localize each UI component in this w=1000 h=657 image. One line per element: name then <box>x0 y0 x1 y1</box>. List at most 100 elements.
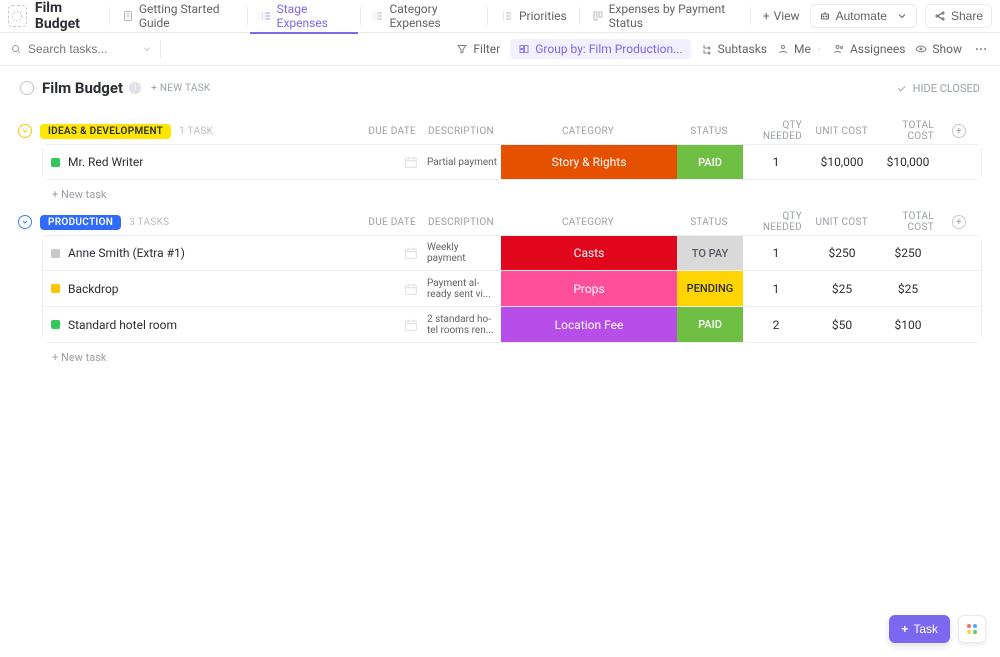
total-cost-cell[interactable]: $25 <box>875 282 941 296</box>
col-totalCost[interactable]: TOTAL COST <box>874 211 940 233</box>
task-cell[interactable]: Mr. Red Writer <box>43 155 363 169</box>
unit-cost-cell[interactable]: $250 <box>809 246 875 260</box>
tab-label: Priorities <box>519 9 567 23</box>
add-view-button[interactable]: + View <box>753 0 810 33</box>
status-circle-icon[interactable] <box>20 81 34 95</box>
total-cost-cell[interactable]: $10,000 <box>875 155 941 169</box>
col-status[interactable]: STATUS <box>676 217 742 228</box>
automate-button[interactable]: Automate <box>810 4 917 28</box>
tab-stage-expenses[interactable]: Stage Expenses <box>250 0 358 33</box>
status-cell[interactable]: PAID <box>677 145 743 179</box>
status-cell[interactable]: TO PAY <box>677 236 743 270</box>
add-column-button[interactable]: + <box>952 124 966 138</box>
tab-category-expenses[interactable]: Category Expenses <box>362 0 485 33</box>
task-row[interactable]: Anne Smith (Extra #1) Weekly paymentCasts… <box>42 235 982 271</box>
assignees-button[interactable]: Assignees <box>833 42 905 56</box>
task-row[interactable]: Backdrop Payment al­ready sent vi...Props… <box>42 271 982 307</box>
new-task-button[interactable]: + NEW TASK <box>151 83 210 94</box>
group-badge[interactable]: PRODUCTION <box>40 215 121 230</box>
status-square[interactable] <box>51 284 60 293</box>
status-square[interactable] <box>51 249 60 258</box>
info-icon[interactable]: i <box>129 82 141 94</box>
col-description[interactable]: DESCRIPTION <box>422 217 500 228</box>
chevron-down-icon[interactable] <box>142 44 152 54</box>
subtasks-button[interactable]: Subtasks <box>701 42 767 56</box>
due-date-cell[interactable] <box>363 281 423 297</box>
me-button[interactable]: Me · <box>777 42 823 56</box>
task-row[interactable]: Standard hotel room 2 standard ho­tel roo… <box>42 307 982 343</box>
category-cell[interactable]: Location Fee <box>501 307 677 342</box>
col-unitCost[interactable]: UNIT COST <box>808 217 874 228</box>
category-cell[interactable]: Casts <box>501 236 677 270</box>
col-category[interactable]: CATEGORY <box>500 126 676 137</box>
group-badge[interactable]: IDEAS & DEVELOPMENT <box>40 124 171 139</box>
status-cell[interactable]: PENDING <box>677 271 743 306</box>
collapse-toggle[interactable] <box>18 124 32 138</box>
col-dueDate[interactable]: DUE DATE <box>362 126 422 137</box>
status-square[interactable] <box>51 158 60 167</box>
task-row[interactable]: Mr. Red Writer Partial paymentStory & Rig… <box>42 144 982 180</box>
tab-priorities[interactable]: Priorities <box>490 0 577 33</box>
task-cell[interactable]: Anne Smith (Extra #1) <box>43 246 363 260</box>
add-column-button[interactable]: + <box>952 215 966 229</box>
search-input[interactable] <box>28 42 118 56</box>
apps-fab[interactable] <box>958 615 986 643</box>
more-button[interactable] <box>972 42 990 56</box>
search-wrap[interactable] <box>10 42 158 56</box>
col-dueDate[interactable]: DUE DATE <box>362 217 422 228</box>
calendar-icon[interactable] <box>403 245 419 261</box>
calendar-icon[interactable] <box>403 317 419 333</box>
share-icon <box>934 10 946 22</box>
task-cell[interactable]: Standard hotel room <box>43 318 363 332</box>
total-cost-cell[interactable]: $250 <box>875 246 941 260</box>
task-name: Backdrop <box>68 282 119 296</box>
qty-cell[interactable]: 1 <box>743 282 809 296</box>
col-status[interactable]: STATUS <box>676 126 742 137</box>
category-cell[interactable]: Props <box>501 271 677 306</box>
category-cell[interactable]: Story & Rights <box>501 145 677 179</box>
due-date-cell[interactable] <box>363 245 423 261</box>
new-task-fab[interactable]: + Task <box>889 615 950 643</box>
qty-cell[interactable]: 2 <box>743 318 809 332</box>
total-cost-cell[interactable]: $100 <box>875 318 941 332</box>
description-cell[interactable]: 2 standard ho­tel rooms ren... <box>423 314 501 336</box>
groupby-button[interactable]: Group by: Film Production... <box>510 39 690 59</box>
filter-button[interactable]: Filter <box>456 42 500 56</box>
apps-icon <box>967 624 977 634</box>
new-task-row[interactable]: + New task <box>18 180 982 201</box>
search-icon <box>10 43 22 55</box>
due-date-cell[interactable] <box>363 317 423 333</box>
status-cell[interactable]: PAID <box>677 307 743 342</box>
tab-payment-status[interactable]: Expenses by Payment Status <box>582 0 748 33</box>
unit-cost-cell[interactable]: $25 <box>809 282 875 296</box>
description-cell[interactable]: Partial payment <box>423 157 501 168</box>
qty-cell[interactable]: 1 <box>743 155 809 169</box>
show-button[interactable]: Show <box>915 42 962 56</box>
qty-cell[interactable]: 1 <box>743 246 809 260</box>
col-category[interactable]: CATEGORY <box>500 217 676 228</box>
col-qtyNeeded[interactable]: QTY NEEDED <box>742 211 808 233</box>
description-cell[interactable]: Weekly payment <box>423 242 501 264</box>
unit-cost-cell[interactable]: $50 <box>809 318 875 332</box>
calendar-icon[interactable] <box>403 154 419 170</box>
person-icon <box>777 43 789 55</box>
unit-cost-cell[interactable]: $10,000 <box>809 155 875 169</box>
calendar-icon[interactable] <box>403 281 419 297</box>
due-date-cell[interactable] <box>363 154 423 170</box>
tab-label: Expenses by Payment Status <box>609 2 738 30</box>
status-square[interactable] <box>51 320 60 329</box>
col-totalCost[interactable]: TOTAL COST <box>874 120 940 142</box>
description-cell[interactable]: Payment al­ready sent vi... <box>423 278 501 300</box>
share-button[interactable]: Share <box>925 4 992 28</box>
hide-closed-button[interactable]: HIDE CLOSED <box>913 82 980 95</box>
col-description[interactable]: DESCRIPTION <box>422 126 500 137</box>
list-header: Film Budget i + NEW TASK HIDE CLOSED <box>0 66 1000 110</box>
col-unitCost[interactable]: UNIT COST <box>808 126 874 137</box>
collapse-toggle[interactable] <box>18 215 32 229</box>
assignees-label: Assignees <box>850 42 905 56</box>
task-cell[interactable]: Backdrop <box>43 282 363 296</box>
tab-getting-started[interactable]: Getting Started Guide <box>112 0 245 33</box>
board-icon <box>592 9 604 23</box>
col-qtyNeeded[interactable]: QTY NEEDED <box>742 120 808 142</box>
new-task-row[interactable]: + New task <box>18 343 982 364</box>
